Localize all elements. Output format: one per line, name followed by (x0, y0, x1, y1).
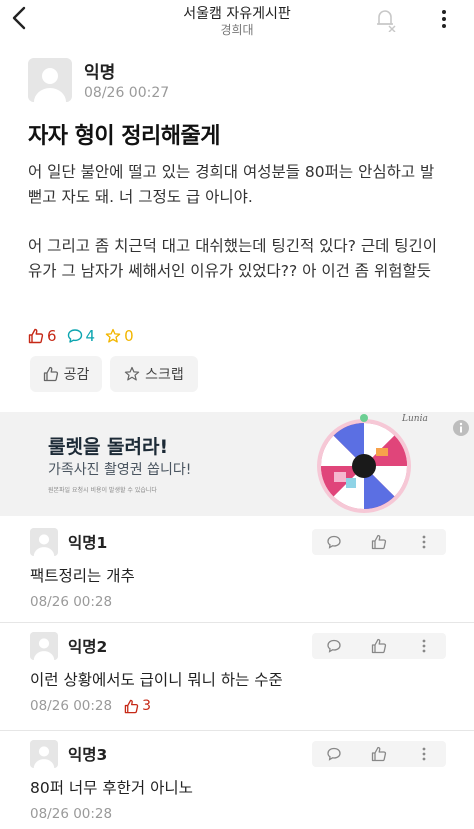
scrap-button-label: 스크랩 (145, 367, 184, 383)
comment-author: 익명3 (68, 746, 108, 764)
like-count-value: 6 (47, 327, 57, 345)
like-count: 6 (28, 327, 57, 345)
post-stats: 6 4 0 (28, 326, 144, 346)
comment-item: 익명1 팩트정리는 개추 08/26 00:28 (0, 520, 474, 620)
comment-actions (312, 741, 446, 767)
star-icon (124, 366, 140, 381)
post-author: 익명 (84, 63, 116, 83)
thumbs-up-icon (124, 699, 139, 713)
comment-actions (312, 633, 446, 659)
comment-more-button[interactable] (401, 741, 446, 767)
reply-button[interactable] (312, 529, 357, 555)
comment-like-count-value: 3 (142, 698, 152, 714)
comment-item: 익명3 80퍼 너무 후한거 아니노 08/26 00:28 (0, 732, 474, 829)
thumbs-up-icon (371, 638, 387, 654)
more-options-icon (422, 639, 426, 653)
comment-actions (312, 529, 446, 555)
star-icon (105, 328, 121, 343)
default-user-icon (30, 632, 58, 660)
ad-description: 가족사진 촬영권 쏩니다! (48, 462, 192, 478)
thumbs-up-icon (43, 366, 58, 382)
default-user-icon (30, 528, 58, 556)
comment-timestamp: 08/26 00:28 (30, 698, 113, 714)
school-name: 경희대 (220, 23, 254, 37)
comment-text: 이런 상황에서도 급이니 뭐니 하는 수준 (30, 671, 283, 689)
more-options-icon (422, 747, 426, 761)
ad-fine-print: 원본파일 요청시 비용이 발생할 수 있습니다 (48, 487, 157, 494)
post-body: 어 일단 불안에 떨고 있는 경희대 여성분들 80퍼는 안심하고 발뻗고 자도… (28, 160, 448, 284)
comment-like-button[interactable] (357, 633, 402, 659)
more-options-icon[interactable] (436, 8, 452, 30)
board-title: 서울캠 자유게시판 (183, 6, 291, 22)
comment-item: 익명2 이런 상황에서도 급이니 뭐니 하는 수준 08/26 00:28 3 (0, 624, 474, 728)
comment-meta: 08/26 00:28 (30, 593, 112, 611)
comment-text: 80퍼 너무 후한거 아니노 (30, 779, 193, 797)
scrap-count-value: 0 (124, 327, 134, 345)
post-paragraph: 어 그리고 좀 치근덕 대고 대쉬했는데 팅긴적 있다? 근데 팅긴이유가 그 … (28, 237, 438, 280)
thumbs-up-icon (371, 534, 387, 550)
scrap-button[interactable]: 스크랩 (110, 356, 198, 392)
post-paragraph: 어 일단 불안에 떨고 있는 경희대 여성분들 80퍼는 안심하고 발뻗고 자도… (28, 163, 435, 206)
divider (0, 730, 474, 731)
comment-bubble-icon (327, 535, 341, 549)
comment-timestamp: 08/26 00:28 (30, 806, 113, 822)
comment-meta: 08/26 00:28 (30, 805, 112, 823)
comment-meta: 08/26 00:28 3 (30, 697, 151, 715)
comment-author: 익명1 (68, 534, 108, 552)
comment-count: 4 (67, 327, 96, 345)
comment-like-button[interactable] (357, 741, 402, 767)
ad-logo: Lunia (402, 414, 428, 424)
top-bar: 서울캠 자유게시판 경희대 (0, 0, 474, 40)
thumbs-up-icon (371, 746, 387, 762)
ad-title: 룰렛을 돌려라! (48, 436, 169, 458)
thumbs-up-icon (28, 328, 44, 344)
ad-banner[interactable]: 룰렛을 돌려라! 가족사진 촬영권 쏩니다! 원본파일 요청시 비용이 발생할 … (0, 412, 474, 516)
post-title: 자자 형이 정리해줄게 (28, 124, 220, 149)
commenter-avatar (30, 632, 58, 660)
comment-author: 익명2 (68, 638, 108, 656)
like-button[interactable]: 공감 (30, 356, 102, 392)
default-user-icon (30, 740, 58, 768)
post-timestamp: 08/26 00:27 (84, 85, 170, 101)
commenter-avatar (30, 528, 58, 556)
comment-timestamp: 08/26 00:28 (30, 594, 113, 610)
comment-bubble-icon (327, 747, 341, 761)
default-user-icon (28, 58, 72, 102)
comment-like-count: 3 (124, 698, 151, 714)
reply-button[interactable] (312, 741, 357, 767)
comment-like-button[interactable] (357, 529, 402, 555)
avatar (28, 58, 72, 102)
like-button-label: 공감 (63, 367, 90, 383)
comment-count-value: 4 (85, 327, 96, 345)
roulette-wheel-image (317, 414, 411, 513)
commenter-avatar (30, 740, 58, 768)
comment-more-button[interactable] (401, 633, 446, 659)
reply-button[interactable] (312, 633, 357, 659)
comment-bubble-icon (327, 639, 341, 653)
divider (0, 622, 474, 623)
ad-info-icon[interactable] (452, 419, 470, 437)
notification-off-icon[interactable] (372, 6, 398, 32)
comment-more-button[interactable] (401, 529, 446, 555)
comment-text: 팩트정리는 개추 (30, 567, 135, 585)
comment-bubble-icon (67, 329, 82, 343)
more-options-icon (422, 535, 426, 549)
scrap-count: 0 (105, 327, 134, 345)
